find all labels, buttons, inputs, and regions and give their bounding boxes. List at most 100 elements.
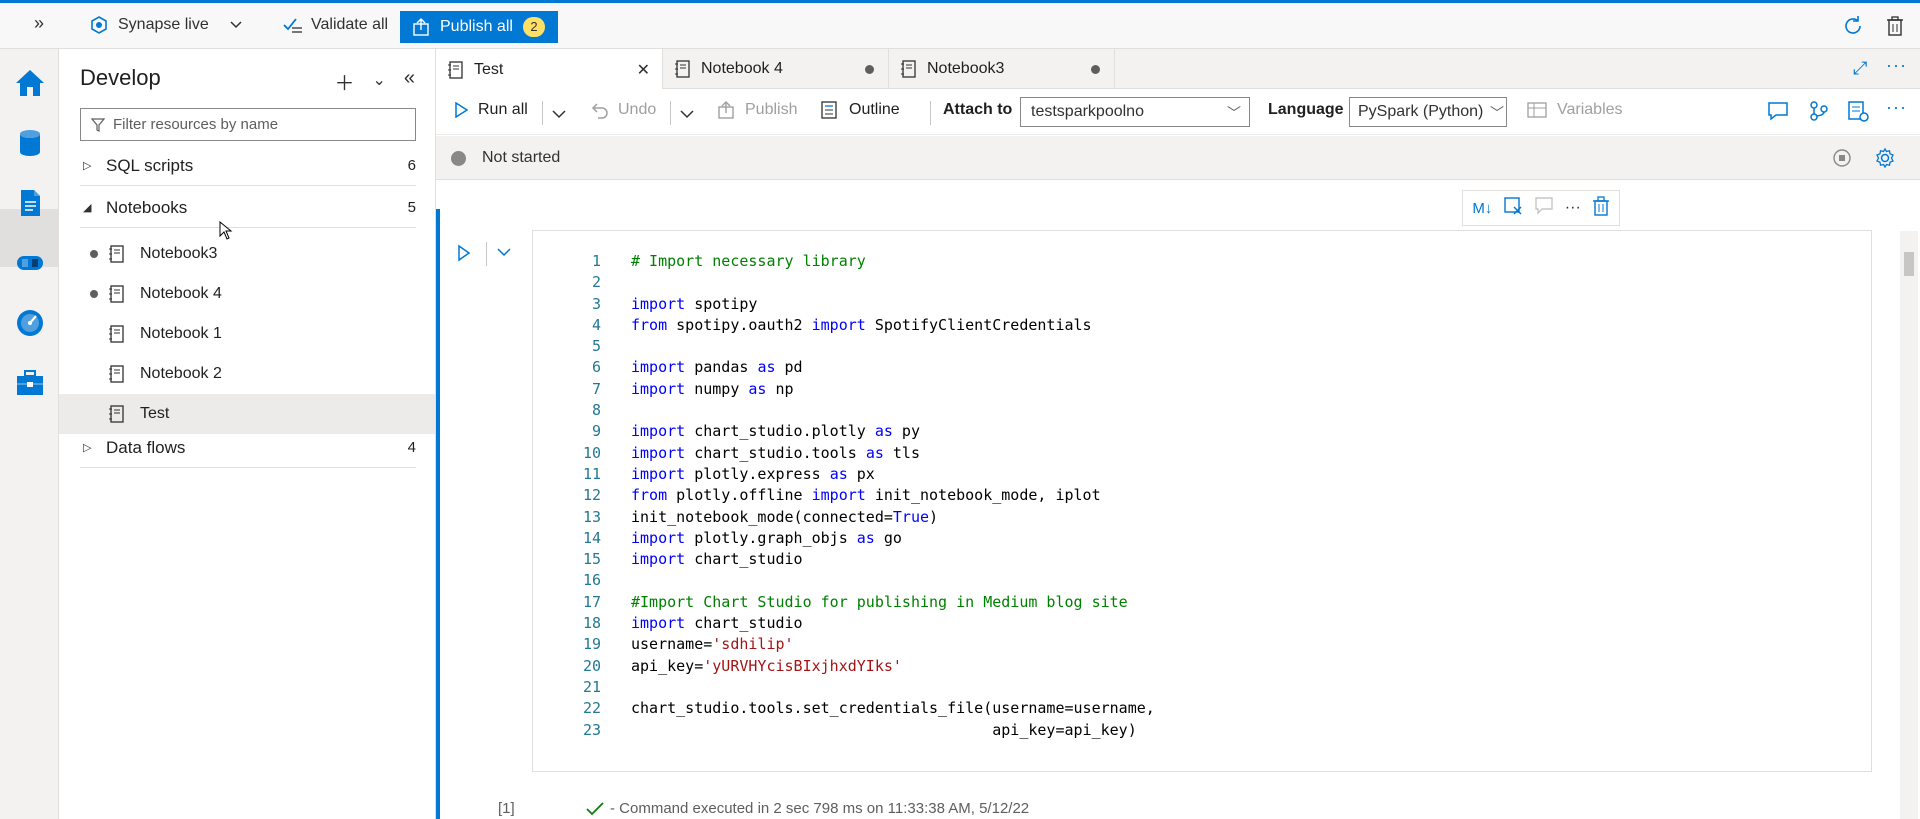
- tab-notebook3[interactable]: Notebook3: [889, 49, 1115, 89]
- mouse-cursor-icon: [219, 221, 233, 240]
- notebook-item[interactable]: Notebook3: [59, 234, 435, 274]
- session-status-bar: Not started: [436, 136, 1920, 180]
- run-cell-icon[interactable]: [457, 244, 471, 267]
- tab-label: Notebook 4: [701, 60, 783, 77]
- notebook-item[interactable]: Notebook 1: [59, 314, 435, 354]
- maximize-icon[interactable]: ⤢: [1853, 58, 1867, 79]
- more-options-icon[interactable]: ···: [1886, 97, 1907, 118]
- tab-test[interactable]: Test ✕: [436, 49, 663, 90]
- group-label: Notebooks: [106, 197, 188, 217]
- properties-icon[interactable]: [1847, 100, 1869, 127]
- group-count: 4: [407, 439, 416, 456]
- close-icon[interactable]: ✕: [637, 60, 650, 80]
- validate-all-button[interactable]: Validate all: [283, 16, 388, 34]
- unsaved-dot-icon: [90, 290, 98, 298]
- caret-down-icon[interactable]: ◢: [80, 201, 106, 214]
- code-text: #Import Chart Studio for publishing in M…: [631, 592, 1128, 611]
- add-resource-icon[interactable]: ＋: [334, 67, 354, 96]
- line-number: 17: [582, 592, 601, 611]
- language-select[interactable]: PySpark (Python) ﹀: [1349, 97, 1507, 127]
- code-line: 21: [533, 677, 1871, 698]
- notebook-icon: [675, 60, 690, 78]
- tab-notebook-4[interactable]: Notebook 4: [663, 49, 889, 89]
- line-number: 4: [591, 315, 601, 334]
- collapse-panel-icon[interactable]: «: [404, 67, 415, 96]
- git-branch-icon[interactable]: [1808, 100, 1830, 127]
- active-cell-indicator: [436, 209, 440, 819]
- cell-more-icon[interactable]: ···: [1565, 199, 1581, 217]
- notebook-item[interactable]: Notebook 4: [59, 274, 435, 314]
- vertical-scrollbar[interactable]: [1900, 231, 1918, 819]
- chevron-down-icon[interactable]: [679, 109, 695, 119]
- code-text: import pandas as pd: [631, 358, 803, 377]
- variables-button[interactable]: Variables: [1527, 101, 1623, 119]
- chevron-down-icon[interactable]: [496, 244, 512, 262]
- notebook-icon: [109, 325, 124, 343]
- outline-button[interactable]: Outline: [821, 101, 900, 119]
- develop-actions: ＋ ⌄ «: [334, 67, 415, 96]
- notebook-icon: [109, 285, 124, 303]
- develop-panel: Develop ＋ ⌄ « ▷ SQL scripts 6 ◢ Notebook…: [59, 49, 436, 819]
- unsaved-dot-icon: [865, 64, 874, 74]
- tree-group-data-flows[interactable]: ▷ Data flows 4: [80, 428, 416, 468]
- notebook-item[interactable]: Notebook 2: [59, 354, 435, 394]
- line-number: 5: [591, 337, 601, 356]
- line-number: 22: [582, 699, 601, 718]
- code-line: 23 api_key=api_key): [533, 720, 1871, 741]
- notebook-label: Notebook3: [140, 245, 218, 262]
- chevron-down-icon: ﹀: [1227, 105, 1241, 121]
- markdown-toggle-icon[interactable]: M↓: [1472, 200, 1492, 217]
- notebook-toolbar: Run all Undo Publish Outline Attach to t…: [436, 89, 1920, 135]
- attach-to-select[interactable]: testsparkpoolno ﹀: [1020, 97, 1250, 127]
- caret-right-icon[interactable]: ▷: [80, 441, 106, 454]
- language-value: PySpark (Python): [1358, 103, 1484, 120]
- tree-group-notebooks[interactable]: ◢ Notebooks 5: [80, 188, 416, 228]
- code-line: 17 #Import Chart Studio for publishing in…: [533, 592, 1871, 613]
- filter-box[interactable]: [80, 108, 416, 141]
- run-all-button[interactable]: Run all: [454, 101, 528, 119]
- add-comment-icon[interactable]: [1534, 196, 1554, 221]
- develop-icon[interactable]: [14, 187, 46, 219]
- cell-toolbar: M↓ ···: [1462, 190, 1620, 226]
- code-line: 22 chart_studio.tools.set_credentials_fil…: [533, 698, 1871, 719]
- tree-group-sql-scripts[interactable]: ▷ SQL scripts 6: [80, 146, 416, 186]
- clear-output-icon[interactable]: [1503, 196, 1523, 221]
- notebook-label: Test: [140, 405, 170, 422]
- workspace-mode-dropdown[interactable]: Synapse live: [90, 16, 243, 34]
- synapse-icon: [91, 16, 107, 34]
- manage-icon[interactable]: [14, 367, 46, 399]
- notebook-label: Notebook 1: [140, 325, 222, 342]
- line-number: 18: [582, 614, 601, 633]
- filter-input[interactable]: [113, 116, 403, 133]
- toolbar-divider: [542, 101, 543, 125]
- monitor-icon[interactable]: [14, 307, 46, 339]
- undo-button[interactable]: Undo: [590, 101, 656, 119]
- data-icon[interactable]: [14, 127, 46, 159]
- code-line: 14 import plotly.graph_objs as go: [533, 528, 1871, 549]
- stop-session-icon[interactable]: [1832, 148, 1852, 173]
- caret-right-icon[interactable]: ▷: [80, 159, 106, 172]
- delete-cell-icon[interactable]: [1592, 195, 1610, 221]
- home-icon[interactable]: [14, 67, 46, 99]
- variables-label: Variables: [1557, 101, 1623, 118]
- settings-gear-icon[interactable]: [1874, 147, 1896, 174]
- chevron-down-icon[interactable]: [551, 109, 567, 119]
- line-number: 8: [591, 401, 601, 420]
- comments-icon[interactable]: [1767, 101, 1789, 126]
- code-editor[interactable]: 1 # Import necessary library 2 3 import spot…: [532, 230, 1872, 772]
- collapse-all-icon[interactable]: ⌄: [372, 67, 385, 96]
- notebook-icon: [109, 405, 124, 423]
- validate-icon: [283, 18, 302, 33]
- refresh-icon[interactable]: [1842, 15, 1864, 42]
- expand-rail-icon[interactable]: »: [34, 13, 44, 34]
- scrollbar-thumb[interactable]: [1904, 252, 1914, 276]
- integrate-icon[interactable]: [14, 247, 46, 279]
- publish-all-button[interactable]: Publish all 2: [400, 11, 558, 43]
- discard-all-icon[interactable]: [1884, 15, 1906, 42]
- code-line: 3 import spotipy: [533, 294, 1871, 315]
- more-options-icon[interactable]: ···: [1886, 55, 1907, 76]
- code-line: 10 import chart_studio.tools as tls: [533, 443, 1871, 464]
- publish-button[interactable]: Publish: [717, 101, 797, 119]
- filter-icon: [91, 117, 105, 132]
- line-number: 21: [582, 677, 601, 696]
